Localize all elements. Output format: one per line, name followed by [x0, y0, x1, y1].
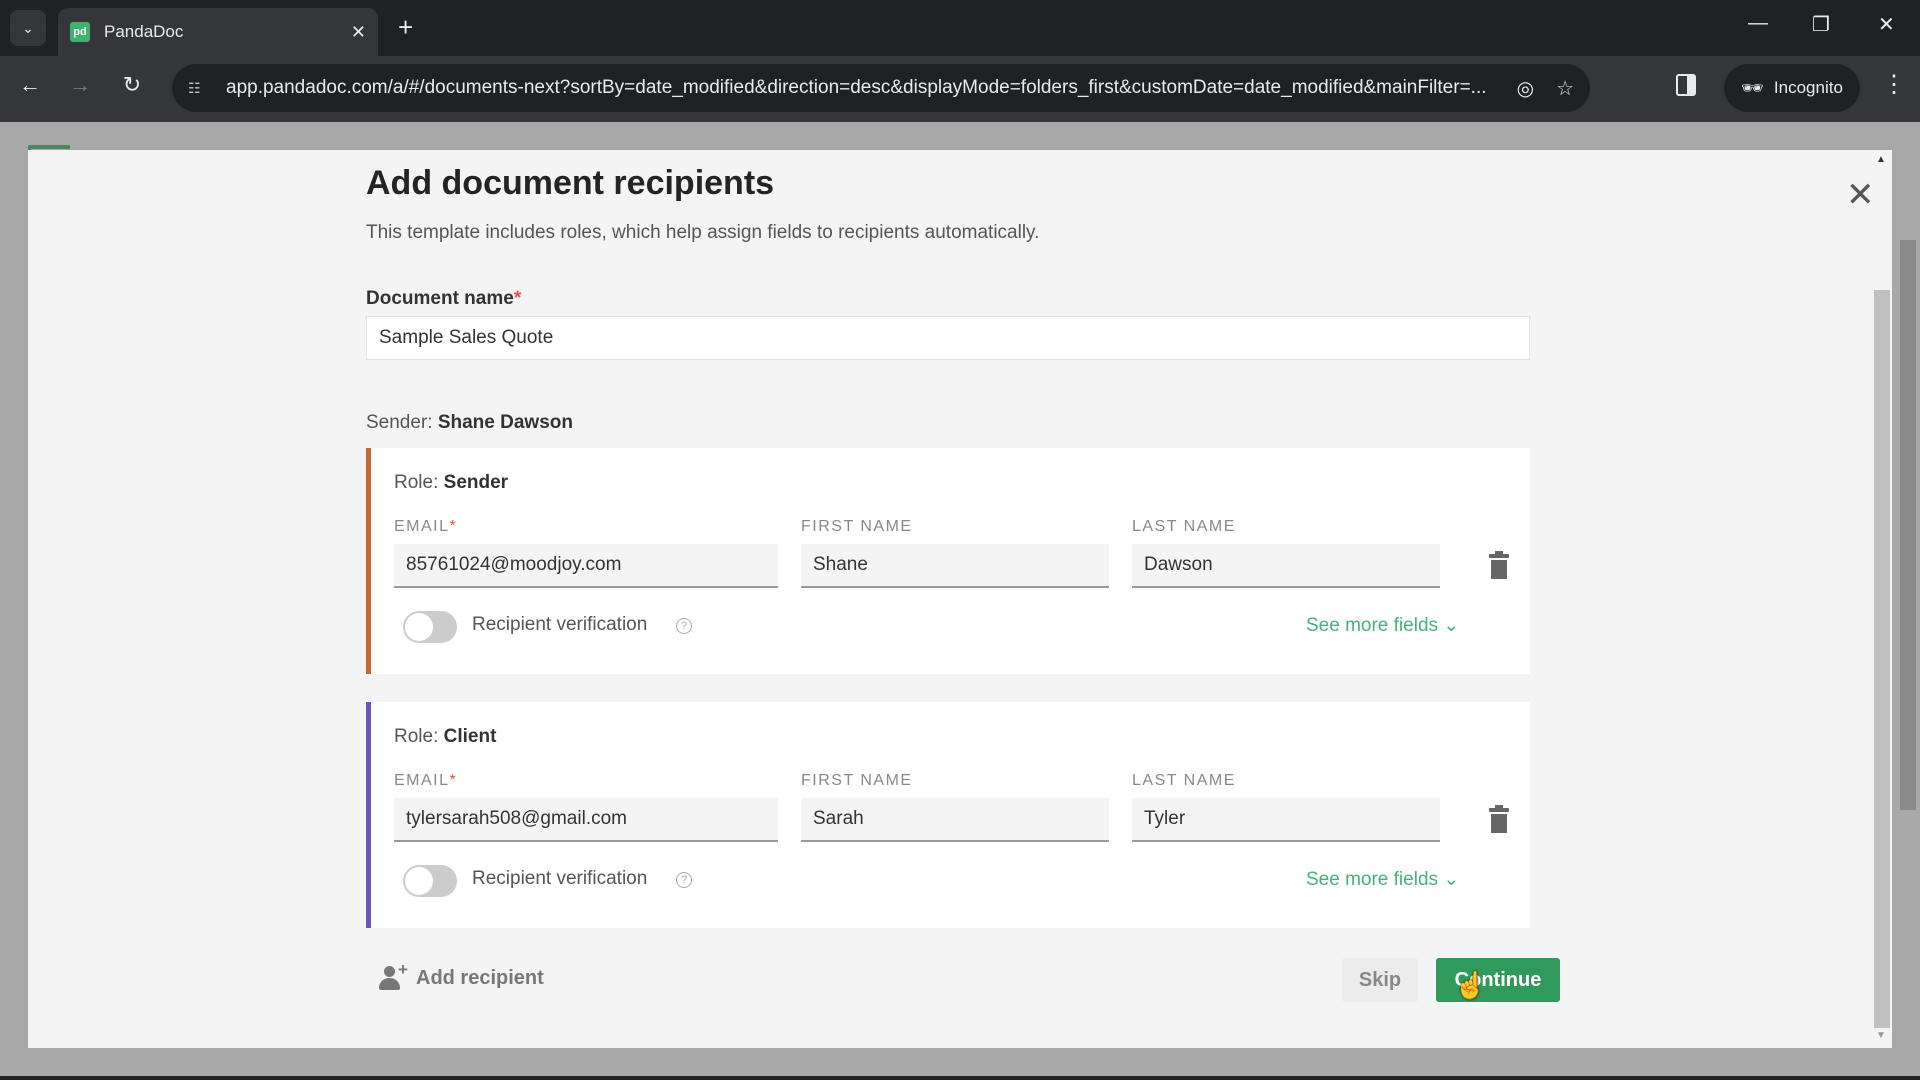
scroll-up-arrow-icon[interactable]: ▲ [1876, 154, 1886, 165]
page-scrollbar-thumb[interactable] [1900, 240, 1916, 810]
incognito-badge[interactable]: 🕶 Incognito [1724, 64, 1860, 112]
recipient-card-sender: Role: Sender EMAIL* FIRST NAME LAST NAME… [366, 448, 1530, 674]
see-more-fields-link[interactable]: See more fields ⌄ [1306, 868, 1459, 891]
forward-icon[interactable]: → [64, 72, 96, 98]
last-name-input[interactable]: Dawson [1132, 544, 1440, 588]
add-recipient-label: Add recipient [416, 966, 544, 989]
address-bar[interactable]: ☷ app.pandadoc.com/a/#/documents-next?so… [172, 64, 1590, 112]
last-name-label: LAST NAME [1132, 518, 1236, 535]
chevron-down-icon: ⌄ [22, 19, 34, 36]
scroll-down-arrow-icon[interactable]: ▼ [1876, 1030, 1886, 1041]
add-recipients-modal: ✕ ▲ ▼ Add document recipients This templ… [28, 150, 1892, 1048]
email-label-text: EMAIL [394, 518, 450, 535]
recipient-card-client: Role: Client EMAIL* FIRST NAME LAST NAME… [366, 702, 1530, 928]
url-text[interactable]: app.pandadoc.com/a/#/documents-next?sort… [226, 77, 1495, 99]
bookmark-star-icon[interactable]: ☆ [1556, 76, 1574, 101]
delete-recipient-icon[interactable] [1489, 551, 1509, 580]
help-icon[interactable]: ? [676, 618, 692, 634]
close-modal-icon[interactable]: ✕ [1846, 178, 1875, 212]
sender-name: Shane Dawson [437, 412, 573, 433]
required-marker: * [513, 288, 522, 309]
email-input[interactable]: tylersarah508@gmail.com [394, 798, 778, 842]
role-name: Sender [443, 472, 509, 493]
first-name-input[interactable]: Sarah [801, 798, 1109, 842]
taskbar-edge [0, 1076, 1920, 1080]
close-tab-icon[interactable]: ✕ [351, 22, 366, 43]
email-label-text: EMAIL [394, 772, 450, 789]
last-name-label: LAST NAME [1132, 772, 1236, 789]
role-label: Role: Client [394, 726, 496, 748]
role-name: Client [443, 726, 497, 747]
recipient-verification-label: Recipient verification [472, 868, 648, 889]
back-icon[interactable]: ← [14, 72, 46, 98]
recipient-verification-label: Recipient verification [472, 614, 648, 635]
help-icon[interactable]: ? [676, 872, 692, 888]
role-prefix: Role: [394, 472, 444, 493]
add-user-icon: + [378, 960, 408, 990]
add-recipient-button[interactable]: + Add recipient [378, 960, 544, 990]
email-label: EMAIL* [394, 518, 457, 536]
tracking-eye-off-icon[interactable]: ◎ [1517, 76, 1534, 101]
document-name-label-text: Document name [366, 288, 514, 309]
document-name-input[interactable]: Sample Sales Quote [366, 316, 1530, 360]
skip-button[interactable]: Skip [1342, 958, 1418, 1002]
recipient-verification-toggle[interactable] [403, 865, 457, 897]
reload-icon[interactable]: ↻ [116, 72, 148, 98]
role-prefix: Role: [394, 726, 444, 747]
first-name-label: FIRST NAME [801, 772, 913, 789]
modal-subtitle: This template includes roles, which help… [366, 222, 1040, 243]
recipient-verification-toggle[interactable] [403, 611, 457, 643]
see-more-fields-link[interactable]: See more fields ⌄ [1306, 614, 1459, 637]
browser-menu-icon[interactable]: ⋮ [1882, 70, 1906, 99]
sender-summary: Sender: Shane Dawson [366, 412, 573, 434]
tab-search-button[interactable]: ⌄ [10, 10, 46, 46]
page-scrollbar[interactable] [1898, 200, 1920, 1080]
required-marker: * [449, 772, 458, 789]
incognito-icon: 🕶 [1741, 77, 1764, 98]
sender-prefix: Sender: [366, 412, 438, 433]
first-name-input[interactable]: Shane [801, 544, 1109, 588]
modal-scrollbar[interactable]: ▲ ▼ [1872, 150, 1892, 1048]
role-label: Role: Sender [394, 472, 508, 494]
tab-title: PandaDoc [104, 22, 184, 41]
email-label: EMAIL* [394, 772, 457, 790]
last-name-input[interactable]: Tyler [1132, 798, 1440, 842]
modal-scrollbar-thumb[interactable] [1874, 290, 1890, 1028]
incognito-label: Incognito [1773, 78, 1843, 97]
site-settings-icon[interactable]: ☷ [188, 80, 210, 97]
document-name-label: Document name* [366, 288, 521, 310]
required-marker: * [449, 518, 458, 535]
close-window-icon[interactable]: ✕ [1878, 12, 1895, 37]
side-panel-icon[interactable] [1676, 74, 1696, 96]
first-name-label: FIRST NAME [801, 518, 913, 535]
minimize-icon[interactable]: — [1748, 12, 1768, 35]
modal-title: Add document recipients [366, 164, 775, 202]
browser-tab-strip: ⌄ pd PandaDoc ✕ + — ❐ ✕ [0, 0, 1920, 56]
delete-recipient-icon[interactable] [1489, 805, 1509, 834]
browser-toolbar: ← → ↻ ☷ app.pandadoc.com/a/#/documents-n… [0, 56, 1920, 122]
hand-cursor-icon: ☝ [1454, 970, 1487, 1000]
browser-tab[interactable]: pd PandaDoc ✕ [58, 8, 378, 56]
email-input[interactable]: 85761024@moodjoy.com [394, 544, 778, 588]
pandadoc-favicon-icon: pd [70, 22, 90, 42]
restore-icon[interactable]: ❐ [1812, 12, 1830, 37]
new-tab-icon[interactable]: + [398, 12, 413, 43]
